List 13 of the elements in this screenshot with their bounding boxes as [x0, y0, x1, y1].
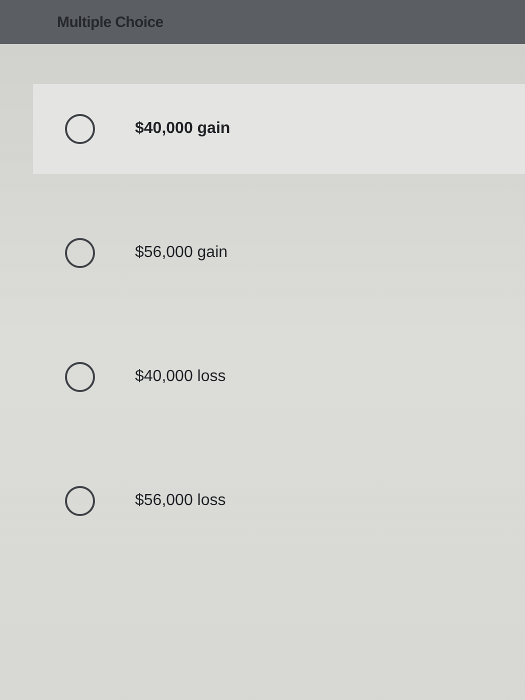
- option-label: $40,000 gain: [135, 120, 230, 138]
- radio-button[interactable]: [65, 114, 95, 144]
- option-label: $56,000 gain: [135, 244, 228, 262]
- radio-button[interactable]: [65, 238, 95, 268]
- radio-button[interactable]: [65, 486, 95, 516]
- answer-option[interactable]: $56,000 loss: [33, 456, 525, 546]
- answer-option[interactable]: $40,000 gain: [33, 84, 525, 174]
- section-title: Multiple Choice: [57, 14, 164, 30]
- option-label: $56,000 loss: [135, 492, 226, 510]
- option-label: $40,000 loss: [135, 368, 226, 386]
- answer-option[interactable]: $40,000 loss: [33, 332, 525, 422]
- answer-option[interactable]: $56,000 gain: [33, 208, 525, 298]
- radio-button[interactable]: [65, 362, 95, 392]
